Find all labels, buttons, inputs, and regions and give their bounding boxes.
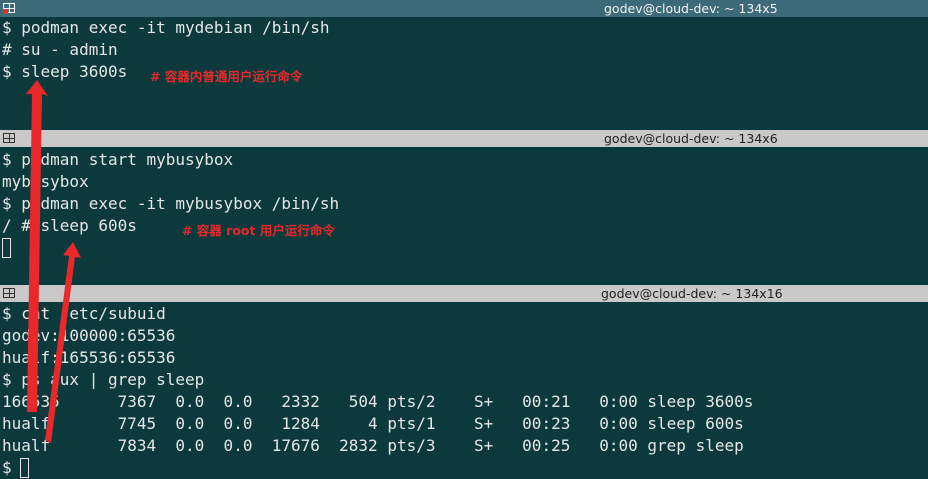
arrow-to-sleep-600s (45, 242, 81, 443)
arrow-to-sleep-3600s (26, 80, 48, 412)
annotation-arrows (26, 80, 81, 443)
